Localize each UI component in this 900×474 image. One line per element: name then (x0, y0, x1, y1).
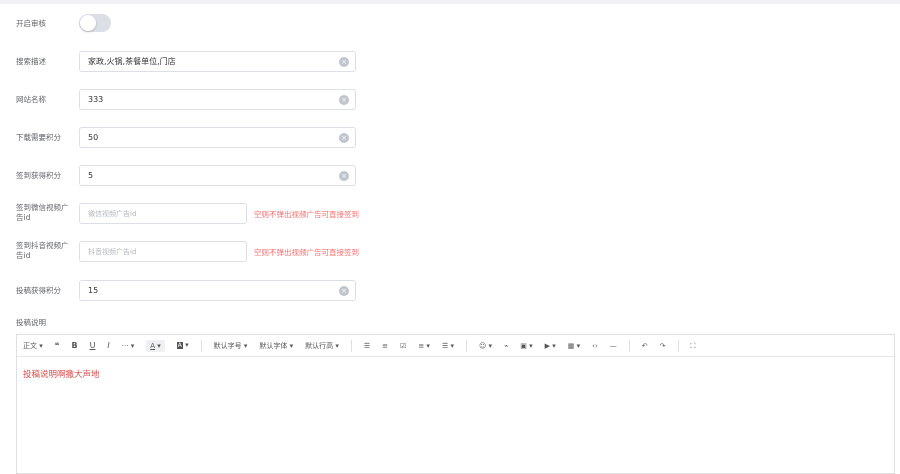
editor-content[interactable]: 投稿说明啊撒大声地 (23, 368, 100, 380)
signin-douyin-ad-label: 签到抖音视频广 告id (16, 241, 78, 261)
table-button[interactable]: ▦ ▾ (568, 340, 580, 352)
clear-icon[interactable]: × (339, 95, 349, 105)
signin-wechat-ad-hint: 空则不弹出视频广告可直接签到 (254, 210, 359, 219)
signin-points-input[interactable]: 5 × (79, 165, 356, 186)
bg-color-button[interactable]: A ▾ (176, 339, 189, 352)
rich-text-editor[interactable]: 正文 ▾ ❝ B U I ··· ▾ A ▾ A ▾ 默认字号 ▾ 默认字体 ▾… (16, 334, 895, 474)
site-name-label: 网站名称 (16, 95, 46, 104)
search-desc-value: 家政,火锅,茶餐单位,门店 (88, 57, 176, 66)
signin-wechat-ad-placeholder: 微信视频广告id (88, 209, 137, 218)
submit-guide-label: 投稿说明 (16, 318, 46, 327)
signin-points-value: 5 (88, 171, 94, 180)
signin-douyin-ad-hint: 空则不弹出视频广告可直接签到 (254, 248, 359, 257)
signin-douyin-ad-input[interactable]: 抖音视频广告id (79, 241, 247, 262)
signin-douyin-ad-placeholder: 抖音视频广告id (88, 247, 137, 256)
download-points-label: 下载需要积分 (16, 133, 61, 142)
redo-icon[interactable]: ↷ (660, 340, 666, 352)
top-bar (0, 0, 900, 4)
font-size-select[interactable]: 默认字号 ▾ (214, 340, 248, 352)
site-name-value: 333 (88, 95, 104, 104)
number-list-icon[interactable]: ≡ (382, 340, 388, 352)
line-height-select[interactable]: 默认行高 ▾ (305, 340, 339, 352)
emoji-button[interactable]: ☺ ▾ (479, 340, 492, 352)
site-name-input[interactable]: 333 × (79, 89, 356, 110)
bullet-list-icon[interactable]: ☰ (364, 340, 370, 352)
font-color-button[interactable]: A ▾ (146, 339, 165, 352)
divider (200, 339, 202, 352)
todo-icon[interactable]: ☑ (400, 340, 406, 352)
more-style-button[interactable]: ··· ▾ (122, 340, 134, 352)
search-desc-input[interactable]: 家政,火锅,茶餐单位,门店 × (79, 51, 356, 72)
italic-icon[interactable]: I (107, 340, 109, 352)
enable-review-label: 开启审核 (16, 19, 46, 28)
image-button[interactable]: ▣ ▾ (520, 340, 532, 352)
bold-icon[interactable]: B (71, 340, 77, 352)
align-button[interactable]: ≡ ▾ (418, 340, 430, 352)
signin-wechat-ad-input[interactable]: 微信视频广告id (79, 203, 247, 224)
code-icon[interactable]: ‹› (592, 340, 598, 352)
divider (350, 339, 352, 352)
clear-icon[interactable]: × (339, 57, 349, 67)
signin-wechat-ad-label: 签到微信视频广 告id (16, 203, 78, 223)
download-points-value: 50 (88, 133, 99, 142)
enable-review-switch[interactable] (79, 14, 111, 32)
clear-icon[interactable]: × (339, 286, 349, 296)
clear-icon[interactable]: × (339, 133, 349, 143)
indent-button[interactable]: ☰ ▾ (442, 340, 454, 352)
label-line1: 签到抖音视频广 (16, 241, 69, 250)
submit-points-label: 投稿获得积分 (16, 286, 61, 295)
link-icon[interactable]: ⌁ (504, 340, 508, 352)
label-line2: 告id (16, 251, 31, 260)
divider (465, 339, 467, 352)
quote-icon[interactable]: ❝ (55, 340, 60, 352)
divider (628, 339, 630, 352)
clear-icon[interactable]: × (339, 171, 349, 181)
video-button[interactable]: ▶ ▾ (545, 340, 556, 352)
submit-points-value: 15 (88, 286, 99, 295)
label-line2: 告id (16, 213, 31, 222)
fullscreen-icon[interactable]: ⛶ (691, 340, 696, 352)
paragraph-select[interactable]: 正文 ▾ (23, 340, 43, 352)
font-family-select[interactable]: 默认字体 ▾ (259, 340, 293, 352)
divider-icon[interactable]: — (610, 340, 617, 352)
signin-points-label: 签到获得积分 (16, 171, 61, 180)
submit-points-input[interactable]: 15 × (79, 280, 356, 301)
search-desc-label: 搜索描述 (16, 57, 46, 66)
label-line1: 签到微信视频广 (16, 203, 69, 212)
underline-icon[interactable]: U (90, 340, 96, 352)
undo-icon[interactable]: ↶ (642, 340, 648, 352)
editor-toolbar: 正文 ▾ ❝ B U I ··· ▾ A ▾ A ▾ 默认字号 ▾ 默认字体 ▾… (17, 335, 894, 357)
download-points-input[interactable]: 50 × (79, 127, 356, 148)
switch-knob (80, 15, 96, 31)
divider (677, 339, 679, 352)
